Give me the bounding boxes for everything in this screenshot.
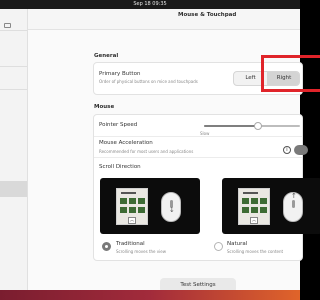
main-content: General Primary Button Order of physical… [28, 30, 320, 293]
sidebar-divider [0, 89, 27, 90]
sidebar-panel-icon[interactable] [4, 23, 11, 28]
row-divider [94, 136, 302, 137]
pointer-speed-label: Pointer Speed [99, 122, 138, 128]
page-tile [129, 198, 136, 204]
natural-preview[interactable]: ︿ ↑ [222, 178, 320, 234]
settings-window: Mouse & Touchpad General Primary Button … [0, 9, 320, 293]
page-tile [251, 198, 258, 204]
primary-button-label: Primary Button [99, 71, 141, 77]
page-tile [242, 207, 249, 213]
page-tile [251, 207, 258, 213]
page-tile [120, 207, 127, 213]
sidebar-item-mouse-touchpad[interactable] [0, 181, 27, 197]
natural-description: Scrolling moves the content [227, 249, 284, 254]
pointer-speed-fill [204, 125, 258, 127]
window-title: Mouse & Touchpad [178, 12, 237, 18]
natural-label: Natural [227, 241, 248, 247]
top-bar: Sep 18 09:35 [0, 0, 300, 9]
arrow-down-icon: ↓ [169, 206, 175, 214]
traditional-preview[interactable]: ︿ ↓ [100, 178, 200, 234]
page-tile [138, 198, 145, 204]
mouse-section-title: Mouse [94, 104, 115, 110]
natural-radio[interactable] [214, 242, 223, 251]
clock[interactable]: Sep 18 09:35 [133, 1, 166, 7]
page-tile [129, 207, 136, 213]
mouse-illustration: ↓ [161, 192, 181, 222]
page-tile [260, 198, 267, 204]
scroll-direction-label: Scroll Direction [99, 164, 141, 170]
mouse-illustration: ↑ [283, 192, 303, 222]
header-bar: Mouse & Touchpad [28, 9, 300, 30]
page-tile [138, 207, 145, 213]
highlight-annotation [261, 55, 320, 92]
chevron-up-icon: ︿ [128, 217, 136, 224]
arrow-up-icon: ↑ [291, 192, 297, 200]
page-header-line [121, 192, 136, 194]
primary-button-description: Order of physical buttons on mice and to… [99, 79, 198, 84]
page-illustration: ︿ [116, 188, 148, 225]
info-icon[interactable]: i [283, 146, 291, 154]
page-header-line [243, 192, 258, 194]
mouse-acceleration-label: Mouse Acceleration [99, 140, 153, 146]
general-section-title: General [94, 53, 119, 59]
page-tile [242, 198, 249, 204]
desktop-wallpaper-strip [0, 290, 300, 300]
sidebar-divider [0, 30, 27, 31]
traditional-description: Scrolling moves the view [116, 249, 166, 254]
page-tile [120, 198, 127, 204]
pointer-speed-knob[interactable] [254, 122, 262, 130]
page-illustration: ︿ [238, 188, 270, 225]
page-tile [260, 207, 267, 213]
chevron-up-icon: ︿ [250, 217, 258, 224]
mouse-acceleration-toggle[interactable] [294, 145, 308, 155]
sidebar-divider [0, 66, 27, 67]
scroll-wheel [292, 200, 295, 208]
traditional-label: Traditional [116, 241, 145, 247]
traditional-radio[interactable] [102, 242, 111, 251]
sidebar [0, 9, 28, 290]
mouse-acceleration-description: Recommended for most users and applicati… [99, 149, 194, 154]
row-divider [94, 157, 302, 158]
